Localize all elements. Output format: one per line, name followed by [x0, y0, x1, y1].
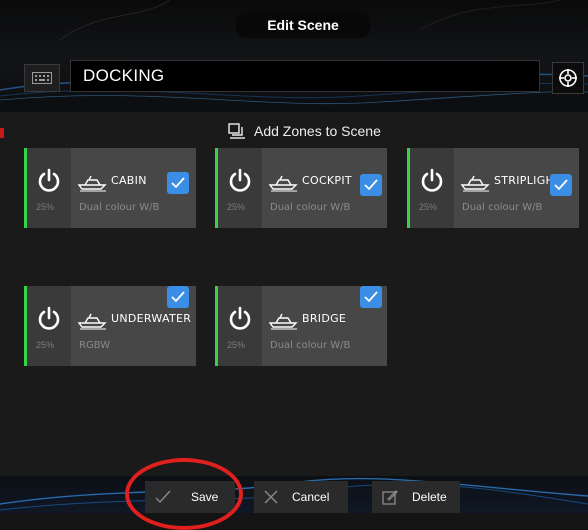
zone-card-cockpit[interactable]: 25% COCKPIT Dual colour W/B: [215, 148, 387, 228]
power-icon[interactable]: [418, 166, 446, 194]
boat-icon: [268, 175, 298, 192]
zone-select-checkbox[interactable]: [167, 172, 189, 194]
zone-select-checkbox[interactable]: [360, 286, 382, 308]
highlight-annotation-circle: [125, 458, 243, 530]
zone-type: Dual colour W/B: [270, 340, 351, 351]
power-icon[interactable]: [35, 304, 63, 332]
zone-select-checkbox[interactable]: [167, 286, 189, 308]
checkmark-icon: [364, 179, 378, 191]
zone-type: Dual colour W/B: [462, 202, 543, 213]
zone-level: 25%: [36, 202, 55, 212]
zone-level: 25%: [36, 340, 55, 350]
zone-level: 25%: [227, 340, 246, 350]
checkmark-icon: [364, 291, 378, 303]
zone-name: UNDERWATER: [111, 312, 192, 325]
delete-button[interactable]: Delete: [372, 481, 460, 513]
zone-select-checkbox[interactable]: [550, 174, 572, 196]
close-icon: [264, 490, 278, 504]
layers-icon: [228, 123, 245, 139]
zone-card-bridge[interactable]: 25% BRIDGE Dual colour W/B: [215, 286, 387, 366]
zone-name: CABIN: [111, 174, 147, 187]
cancel-button[interactable]: Cancel: [254, 481, 348, 513]
target-button[interactable]: [552, 62, 584, 94]
zone-card-underwater[interactable]: 25% UNDERWATER RGBW: [24, 286, 196, 366]
power-icon[interactable]: [35, 166, 63, 194]
boat-icon: [268, 313, 298, 330]
zone-name: COCKPIT: [302, 174, 352, 187]
keyboard-icon: [32, 72, 52, 84]
edit-icon: [382, 490, 398, 505]
zone-type: RGBW: [79, 340, 111, 351]
keyboard-button[interactable]: [24, 64, 60, 92]
target-icon: [559, 69, 577, 87]
zone-level: 25%: [419, 202, 438, 212]
checkmark-icon: [171, 177, 185, 189]
checkmark-icon: [554, 179, 568, 191]
zone-card-cabin[interactable]: 25% CABIN Dual colour W/B: [24, 148, 196, 228]
delete-label: Delete: [412, 490, 447, 504]
edge-marker: [0, 128, 4, 138]
add-zones-button[interactable]: Add Zones to Scene: [228, 121, 381, 141]
power-icon[interactable]: [226, 304, 254, 332]
boat-icon: [460, 175, 490, 192]
scene-name-input[interactable]: DOCKING: [70, 60, 540, 92]
zone-level: 25%: [227, 202, 246, 212]
zone-name: BRIDGE: [302, 312, 347, 325]
zone-type: Dual colour W/B: [270, 202, 351, 213]
page-title: Edit Scene: [236, 12, 370, 38]
boat-icon: [77, 313, 107, 330]
zone-card-striplight[interactable]: 25% STRIPLIGHT Dual colour W/B: [407, 148, 579, 228]
add-zones-label: Add Zones to Scene: [254, 123, 381, 139]
zone-type: Dual colour W/B: [79, 202, 160, 213]
boat-icon: [77, 175, 107, 192]
power-icon[interactable]: [226, 166, 254, 194]
zone-select-checkbox[interactable]: [360, 174, 382, 196]
checkmark-icon: [171, 291, 185, 303]
cancel-label: Cancel: [292, 490, 330, 504]
